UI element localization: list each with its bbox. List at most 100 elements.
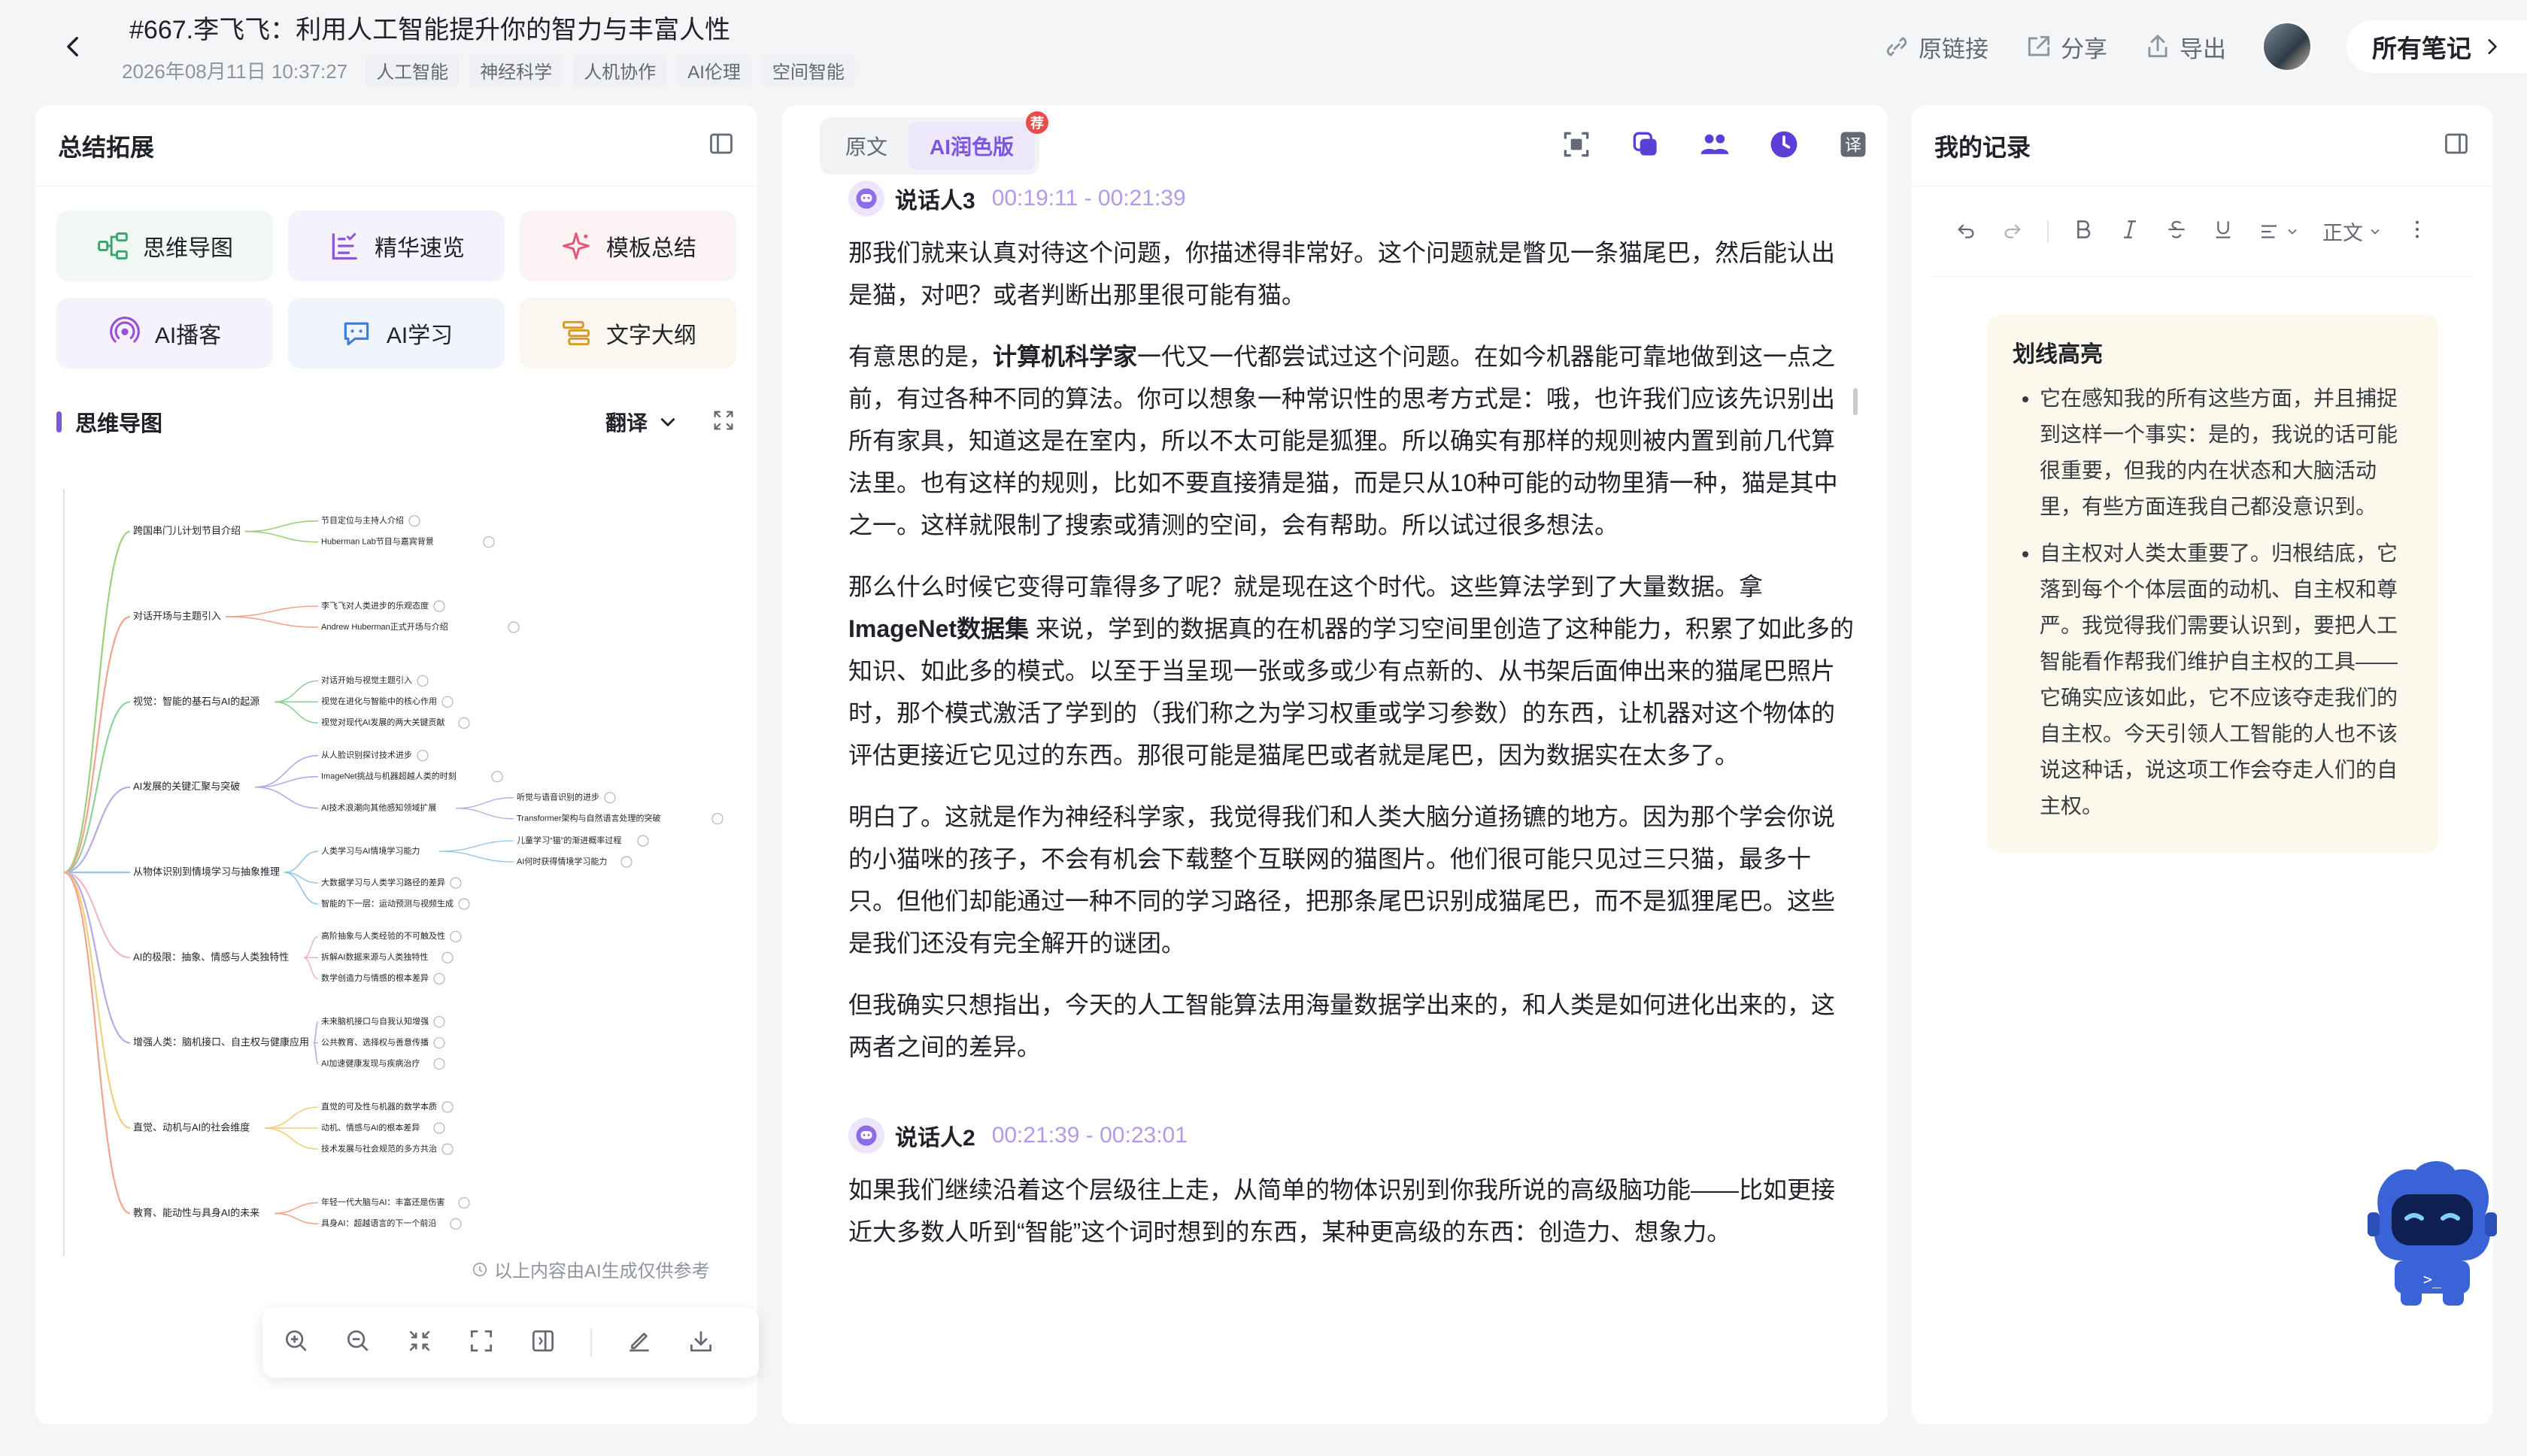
mindmap-topic-node[interactable]: 教育、能动性与具身AI的未来: [133, 1207, 259, 1218]
mindmap-subtopic-node[interactable]: 直觉的可及性与机器的数学本质: [321, 1101, 437, 1112]
bold-button[interactable]: [2071, 217, 2095, 245]
italic-button[interactable]: [2118, 217, 2142, 245]
mindmap-leaf-node[interactable]: Transformer架构与自然语言处理的突破: [517, 813, 661, 824]
tag-chip[interactable]: 人机协作: [573, 54, 667, 86]
node-info-icon[interactable]: [433, 1037, 445, 1049]
mindmap-subtopic-node[interactable]: 视觉对现代AI发展的两大关键贡献: [321, 717, 444, 727]
mindmap-subtopic-node[interactable]: 高阶抽象与人类经验的不可触及性: [321, 930, 445, 941]
node-info-icon[interactable]: [433, 1122, 445, 1134]
node-info-icon[interactable]: [441, 696, 454, 708]
timestamp-button[interactable]: [1767, 128, 1800, 165]
translate-transcript-button[interactable]: 译: [1837, 128, 1870, 165]
translate-dropdown[interactable]: 翻译: [605, 407, 681, 437]
collapse-right-panel-button[interactable]: [2443, 130, 2470, 161]
feature-mindmap-button[interactable]: 思维导图: [56, 211, 273, 281]
mindmap-subtopic-node[interactable]: 拆解AI数据来源与人类独特性: [321, 951, 428, 962]
node-info-icon[interactable]: [417, 675, 429, 687]
mindmap-topic-node[interactable]: AI的极限：抽象、情感与人类独特性: [133, 951, 289, 963]
node-info-icon[interactable]: [441, 1101, 454, 1113]
node-info-icon[interactable]: [458, 717, 470, 729]
align-dropdown[interactable]: [2258, 220, 2300, 243]
mindmap-subtopic-node[interactable]: 从人脸识别探讨技术进步: [321, 750, 412, 760]
node-info-icon[interactable]: [491, 771, 503, 783]
feature-template-summary-button[interactable]: 模板总结: [520, 211, 736, 281]
node-info-icon[interactable]: [417, 750, 429, 762]
highlight-card[interactable]: 划线高亮 它在感知我的所有这些方面，并且捕捉到这样一个事实：是的，我说的话可能很…: [1987, 314, 2438, 853]
mindmap-leaf-node[interactable]: 听觉与语音识别的进步: [517, 792, 599, 802]
underline-button[interactable]: [2211, 217, 2235, 245]
zoom-in-button[interactable]: [282, 1327, 311, 1359]
share-button[interactable]: 分享: [2025, 30, 2107, 64]
node-info-icon[interactable]: [441, 1143, 454, 1155]
node-info-icon[interactable]: [711, 813, 724, 825]
mindmap-leaf-node[interactable]: 儿童学习“猫”的渐进概率过程: [517, 835, 621, 845]
mindmap-subtopic-node[interactable]: 动机、情感与AI的根本差异: [321, 1122, 420, 1133]
node-info-icon[interactable]: [441, 951, 454, 963]
mindmap-subtopic-node[interactable]: 节目定位与主持人介绍: [321, 515, 404, 526]
mindmap-topic-node[interactable]: 对话开场与主题引入: [133, 610, 221, 621]
mindmap-subtopic-node[interactable]: 视觉在进化与智能中的核心作用: [321, 696, 437, 706]
mindmap-subtopic-node[interactable]: 人类学习与AI情境学习能力: [321, 845, 420, 856]
source-link-button[interactable]: 原链接: [1882, 30, 1989, 64]
node-info-icon[interactable]: [450, 1218, 462, 1230]
speaker-timestamp[interactable]: 00:21:39 - 00:23:01: [992, 1123, 1188, 1148]
redo-button[interactable]: [2001, 217, 2025, 245]
mindmap-subtopic-node[interactable]: 对话开始与视觉主题引入: [321, 675, 412, 685]
tab-original[interactable]: 原文: [824, 122, 909, 170]
mindmap-subtopic-node[interactable]: 大数据学习与人类学习路径的差异: [321, 877, 445, 887]
user-avatar[interactable]: [2262, 22, 2312, 71]
tag-chip[interactable]: AI伦理: [677, 54, 751, 86]
node-info-icon[interactable]: [433, 972, 445, 984]
mindmap-topic-node[interactable]: 直觉、动机与AI的社会维度: [133, 1121, 250, 1133]
scrollbar-thumb[interactable]: [1853, 388, 1858, 415]
download-mindmap-button[interactable]: [687, 1327, 715, 1359]
strikethrough-button[interactable]: [2164, 217, 2189, 245]
node-info-icon[interactable]: [458, 1197, 470, 1209]
node-info-icon[interactable]: [483, 536, 495, 548]
speaker-timestamp[interactable]: 00:19:11 - 00:21:39: [992, 186, 1186, 211]
node-info-icon[interactable]: [604, 792, 616, 804]
mindmap-fullscreen-button[interactable]: [711, 408, 736, 437]
back-button[interactable]: [53, 26, 95, 68]
mindmap-topic-node[interactable]: AI发展的关键汇聚与突破: [133, 781, 240, 792]
collapse-all-button[interactable]: [405, 1327, 434, 1359]
node-info-icon[interactable]: [458, 898, 470, 910]
tag-chip[interactable]: 人工智能: [366, 54, 460, 86]
mindmap-subtopic-node[interactable]: Andrew Huberman正式开场与介绍: [321, 621, 448, 632]
node-info-icon[interactable]: [637, 835, 649, 847]
fit-view-button[interactable]: [467, 1327, 496, 1359]
tag-chip[interactable]: 空间智能: [761, 54, 855, 86]
feature-text-outline-button[interactable]: 文字大纲: [520, 298, 736, 369]
tab-ai-polished[interactable]: AI润色版: [909, 122, 1036, 170]
edit-mindmap-button[interactable]: [625, 1327, 654, 1359]
node-info-icon[interactable]: [450, 930, 462, 942]
node-info-icon[interactable]: [433, 1058, 445, 1070]
mindmap-subtopic-node[interactable]: 数学创造力与情感的根本差异: [321, 972, 429, 983]
mindmap-subtopic-node[interactable]: AI技术浪潮向其他感知领域扩展: [321, 802, 436, 813]
node-info-icon[interactable]: [508, 621, 520, 633]
mindmap-topic-node[interactable]: 视觉：智能的基石与AI的起源: [133, 696, 259, 707]
mindmap-subtopic-node[interactable]: 李飞飞对人类进步的乐观态度: [321, 600, 429, 611]
ai-assistant-robot[interactable]: >_: [2365, 1155, 2500, 1313]
zoom-out-button[interactable]: [344, 1327, 372, 1359]
mindmap-subtopic-node[interactable]: 智能的下一层：运动预测与视频生成: [321, 898, 454, 908]
export-button[interactable]: 导出: [2143, 30, 2226, 64]
highlight-item[interactable]: 它在感知我的所有这些方面，并且捕捉到这样一个事实：是的，我说的话可能很重要，但我…: [2040, 381, 2413, 525]
mindmap-leaf-node[interactable]: AI何时获得情境学习能力: [517, 856, 607, 866]
mindmap-subtopic-node[interactable]: 未来脑机接口与自我认知增强: [321, 1016, 429, 1027]
layout-toggle-button[interactable]: [529, 1327, 557, 1359]
node-info-icon[interactable]: [433, 1016, 445, 1028]
mindmap-subtopic-node[interactable]: 技术发展与社会规范的多方共治: [321, 1143, 437, 1154]
speakers-button[interactable]: [1698, 128, 1731, 165]
mindmap-subtopic-node[interactable]: Huberman Lab节目与嘉宾背景: [321, 536, 434, 547]
mindmap-subtopic-node[interactable]: 公共教育、选择权与善意传播: [321, 1037, 429, 1048]
more-options-button[interactable]: [2405, 217, 2429, 245]
node-info-icon[interactable]: [408, 515, 420, 527]
mindmap-subtopic-node[interactable]: AI加速健康发现与疾病治疗: [321, 1058, 420, 1069]
node-info-icon[interactable]: [620, 856, 633, 868]
mindmap-subtopic-node[interactable]: 年轻一代大脑与AI：丰富还是伤害: [321, 1197, 444, 1207]
feature-ai-podcast-button[interactable]: AI播客: [56, 298, 273, 369]
feature-ai-learning-button[interactable]: AI学习: [288, 298, 505, 369]
undo-button[interactable]: [1954, 217, 1978, 245]
mindmap-topic-node[interactable]: 增强人类：脑机接口、自主权与健康应用: [133, 1036, 309, 1048]
